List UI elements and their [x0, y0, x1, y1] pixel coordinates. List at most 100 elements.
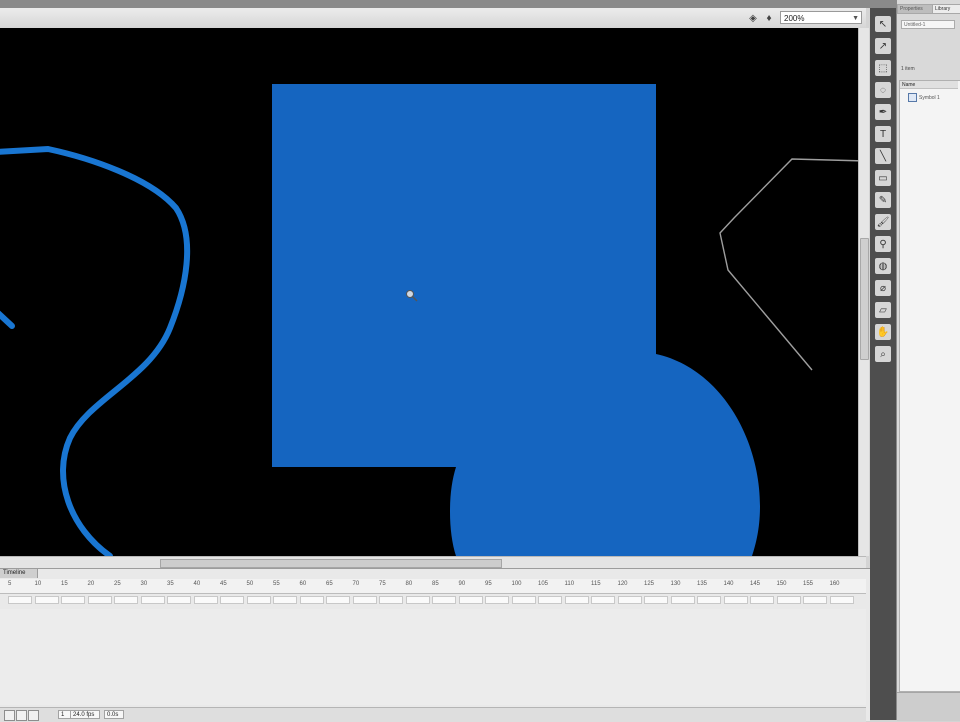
ruler-tick-label: 35: [167, 581, 174, 587]
tab-properties[interactable]: Properties: [898, 5, 932, 13]
stage-vertical-scrollbar[interactable]: [858, 28, 869, 556]
frame-group[interactable]: [114, 596, 138, 604]
pencil-icon[interactable]: ✎: [875, 192, 891, 208]
library-item-label: Symbol 1: [919, 94, 940, 101]
frame-group[interactable]: [87, 596, 112, 604]
tab-library[interactable]: Library: [933, 5, 960, 13]
brush-icon[interactable]: 🖌: [875, 214, 891, 230]
blue-curve-stub[interactable]: [0, 310, 15, 329]
frame-group[interactable]: [379, 596, 403, 604]
frame-group[interactable]: [326, 596, 350, 604]
ruler-tick-label: 70: [352, 581, 360, 587]
ruler-tick-label: 130: [670, 581, 681, 587]
frame-group[interactable]: [193, 596, 218, 604]
ruler-tick-label: 5: [8, 581, 12, 587]
onion-skin-icon[interactable]: [16, 710, 27, 721]
library-item-count: 1 item: [901, 66, 915, 72]
ruler-tick-label: 135: [697, 581, 708, 587]
frame-group[interactable]: [538, 596, 562, 604]
frame-group[interactable]: [617, 596, 642, 604]
frame-group[interactable]: [246, 596, 271, 604]
ruler-tick-label: 55: [273, 581, 280, 587]
subselection-tool-icon[interactable]: ↗: [875, 38, 891, 54]
frame-group[interactable]: [352, 596, 377, 604]
hand-icon[interactable]: ✋: [875, 324, 891, 340]
line-icon[interactable]: ╲: [875, 148, 891, 164]
timeline-layers-area[interactable]: [0, 609, 866, 705]
frame-group[interactable]: [670, 596, 695, 604]
ruler-tick-label: 155: [803, 581, 814, 587]
frame-group[interactable]: [140, 596, 165, 604]
frame-group[interactable]: [697, 596, 721, 604]
text-icon[interactable]: T: [875, 126, 891, 142]
grey-line-stroke[interactable]: [719, 158, 866, 371]
eraser-icon[interactable]: ▱: [875, 302, 891, 318]
center-frame-icon[interactable]: [4, 710, 15, 721]
frame-group[interactable]: [776, 596, 801, 604]
zoom-select[interactable]: 200% ▼: [780, 11, 862, 24]
blue-merged-shape[interactable]: [272, 84, 760, 556]
frame-group[interactable]: [167, 596, 191, 604]
frame-group[interactable]: [432, 596, 456, 604]
library-column-name[interactable]: Name: [900, 81, 958, 89]
frame-group[interactable]: [220, 596, 244, 604]
frame-group[interactable]: [299, 596, 324, 604]
blue-curve-stroke[interactable]: [0, 145, 191, 556]
panel-tabs: Properties Library: [897, 4, 960, 14]
free-transform-icon[interactable]: ⬚: [875, 60, 891, 76]
eyedropper-icon[interactable]: ⌀: [875, 280, 891, 296]
frame-group[interactable]: [750, 596, 774, 604]
pen-icon[interactable]: ✒: [875, 104, 891, 120]
tab-timeline[interactable]: Timeline: [0, 569, 38, 578]
ruler-tick-label: 125: [644, 581, 655, 587]
frame-group[interactable]: [723, 596, 748, 604]
onion-outline-icon[interactable]: [28, 710, 39, 721]
ruler-tick-label: 100: [511, 581, 522, 587]
stage[interactable]: [0, 28, 866, 556]
ruler-tick-label: 105: [538, 581, 549, 587]
vertical-scroll-thumb[interactable]: [860, 238, 869, 360]
edit-bar: ◈ ♦ 200% ▼: [0, 8, 866, 29]
library-list[interactable]: Name Symbol 1: [899, 80, 960, 692]
lasso-icon[interactable]: ◌: [875, 82, 891, 98]
frame-group[interactable]: [511, 596, 536, 604]
frame-group[interactable]: [591, 596, 615, 604]
frame-group[interactable]: [405, 596, 430, 604]
edit-scene-icon[interactable]: ♦: [762, 11, 776, 25]
horizontal-scroll-thumb[interactable]: [160, 559, 502, 568]
selection-tool-icon[interactable]: ↖: [875, 16, 891, 32]
library-bottom-bar: [897, 692, 960, 721]
ruler-tick-label: 60: [299, 581, 307, 587]
frame-group[interactable]: [644, 596, 668, 604]
paint-bucket-icon[interactable]: ◍: [875, 258, 891, 274]
ruler-tick-label: 20: [87, 581, 95, 587]
frame-group[interactable]: [8, 596, 32, 604]
zoom-icon[interactable]: ⌕: [875, 346, 891, 362]
frame-group[interactable]: [564, 596, 589, 604]
rectangle-icon[interactable]: ▭: [875, 170, 891, 186]
frame-rate-field[interactable]: 24.0 fps: [70, 710, 100, 719]
ruler-tick-label: 95: [485, 581, 492, 587]
elapsed-time-field: 0.0s: [104, 710, 124, 719]
ruler-tick-label: 120: [617, 581, 628, 587]
ruler-tick-label: 150: [776, 581, 787, 587]
frame-group[interactable]: [61, 596, 85, 604]
bone-icon[interactable]: ⚲: [875, 236, 891, 252]
frames-row[interactable]: [0, 596, 866, 606]
ruler-tick-label: 15: [61, 581, 68, 587]
frame-ruler[interactable]: 5 10 15 20 25 30 35 40 45 50 55 60 65 70 75 80 85 90 95 100…: [0, 579, 866, 594]
frame-group[interactable]: [458, 596, 483, 604]
edit-symbols-icon[interactable]: ◈: [746, 11, 760, 25]
list-item[interactable]: Symbol 1: [908, 93, 940, 102]
graphic-symbol-icon: [908, 93, 917, 102]
properties-library-panel: Properties Library Untitled-1 1 item Nam…: [896, 0, 960, 721]
frame-group[interactable]: [485, 596, 509, 604]
tools-panel: ↖ ↗ ⬚ ◌ ✒ T ╲ ▭ ✎ 🖌 ⚲ ◍ ⌀ ▱ ✋ ⌕: [870, 8, 896, 720]
zoom-value: 200%: [784, 14, 805, 23]
frame-group[interactable]: [803, 596, 827, 604]
frame-group[interactable]: [34, 596, 59, 604]
frame-group[interactable]: [273, 596, 297, 604]
document-select[interactable]: Untitled-1: [901, 20, 955, 29]
frame-group[interactable]: [829, 596, 854, 604]
ruler-tick-label: 40: [193, 581, 201, 587]
